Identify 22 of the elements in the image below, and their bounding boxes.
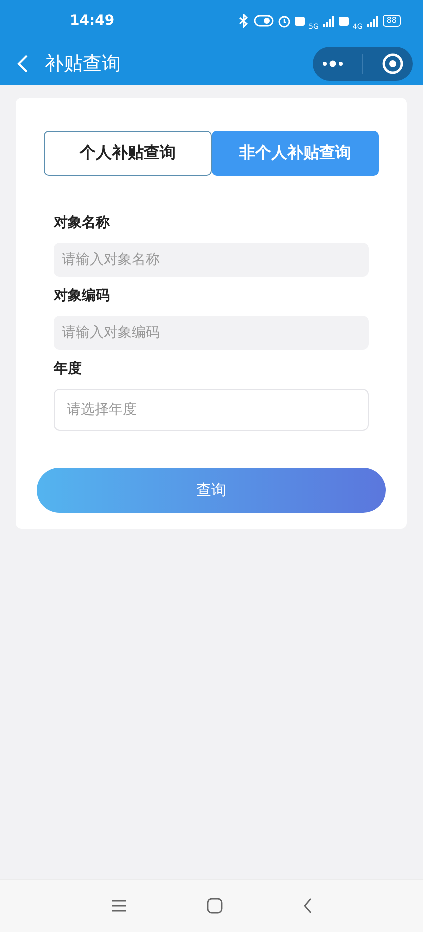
toggle-icon (254, 15, 274, 27)
back-icon[interactable] (302, 898, 312, 914)
menu-icon[interactable] (110, 899, 126, 913)
input-field[interactable]: 请输入对象编码 (54, 316, 369, 350)
close-icon[interactable] (382, 52, 404, 74)
page-title: 补贴查询 (45, 52, 122, 76)
tab[interactable]: 非个人补贴查询 (212, 131, 379, 176)
query-button[interactable]: 查询 (37, 468, 386, 513)
field-label: 年度 (54, 360, 83, 378)
bluetooth-icon (238, 14, 250, 28)
more-icon[interactable] (322, 60, 344, 68)
select-field[interactable]: 请选择年度 (54, 389, 369, 431)
signal-icon (322, 16, 335, 26)
field-label: 对象名称 (54, 214, 111, 232)
signal-icon (366, 16, 379, 26)
battery-level: 88 (382, 15, 401, 27)
status-time: 14:49 (70, 13, 115, 29)
input-field[interactable]: 请输入对象名称 (54, 243, 369, 277)
field-label: 对象编码 (54, 287, 111, 305)
alarm-icon (278, 14, 292, 28)
home-icon[interactable] (206, 898, 222, 914)
tab[interactable]: 个人补贴查询 (44, 131, 212, 176)
